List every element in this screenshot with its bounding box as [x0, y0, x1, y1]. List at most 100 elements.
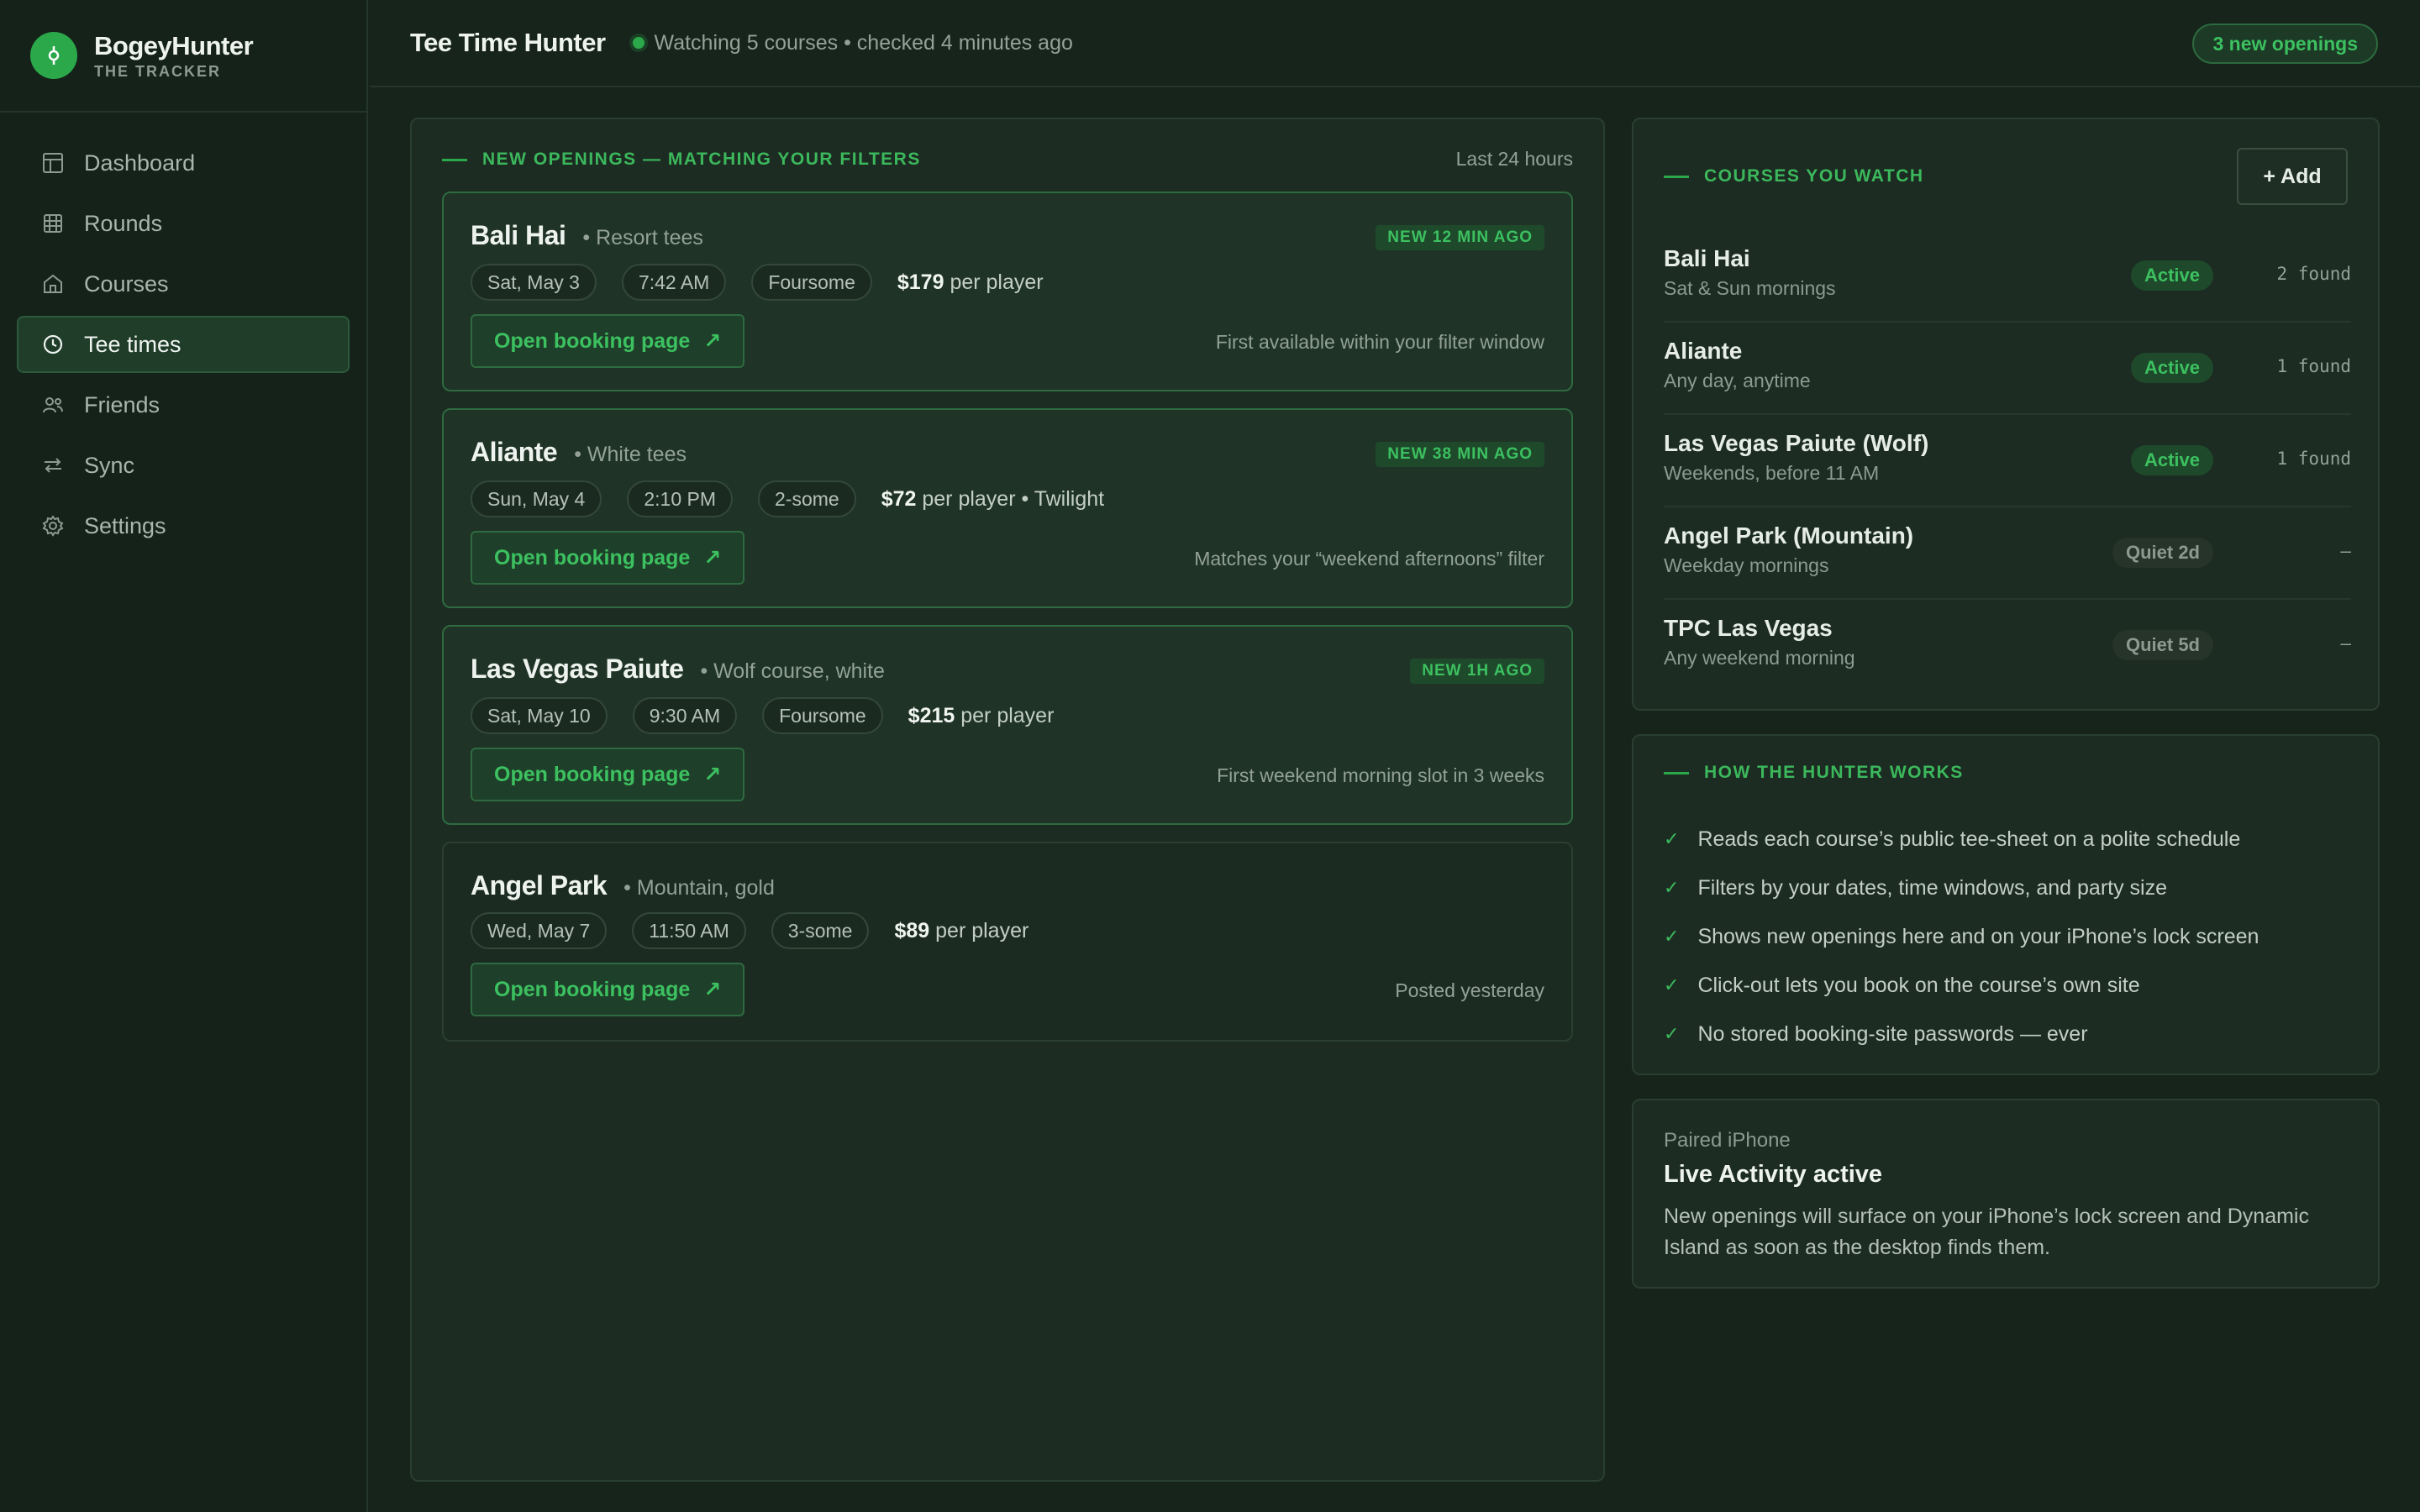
live-activity-title: Live Activity active	[1664, 1161, 1883, 1188]
found-count: –	[2340, 633, 2351, 654]
price-amount: $179	[897, 270, 944, 294]
price-detail: per player • Twilight	[916, 486, 1105, 511]
watched-course-row[interactable]: Las Vegas Paiute (Wolf) Weekends, before…	[1664, 415, 2351, 507]
status-badge: Active	[2130, 353, 2213, 383]
list-item: ✓ Reads each course’s public tee-sheet on…	[1664, 815, 2259, 864]
brand[interactable]: BogeyHunter THE TRACKER	[0, 0, 366, 113]
sidebar-item-label: Dashboard	[84, 150, 196, 176]
sidebar-item-label: Friends	[84, 391, 160, 417]
sidebar-item-rounds[interactable]: Rounds	[17, 195, 350, 252]
external-link-icon: ↗	[703, 546, 722, 570]
status-dot-icon	[632, 37, 644, 49]
opening-card: Bali Hai • Resort tees NEW 12 MIN AGO Sa…	[442, 192, 1573, 391]
list-item-text: Reads each course’s public tee-sheet on …	[1697, 827, 2241, 851]
section-label: COURSES YOU WATCH	[1664, 166, 1924, 186]
dash-icon	[1664, 175, 1689, 178]
sidebar-item-friends[interactable]: Friends	[17, 376, 350, 433]
card-note: First available within your filter windo…	[1215, 331, 1544, 353]
page-title: Tee Time Hunter	[410, 28, 606, 57]
gear-icon	[40, 513, 66, 538]
price: $179 per player	[897, 270, 1044, 295]
party-chip: Foursome	[762, 697, 883, 734]
open-booking-button[interactable]: Open booking page ↗	[471, 531, 745, 585]
open-booking-button[interactable]: Open booking page ↗	[471, 963, 745, 1016]
status-badge: Quiet 2d	[2112, 538, 2213, 568]
check-icon: ✓	[1664, 974, 1680, 995]
how-list: ✓ Reads each course’s public tee-sheet on…	[1664, 815, 2259, 1058]
course-window: Any weekend morning	[1664, 647, 1855, 669]
list-item-text: Shows new openings here and on your iPho…	[1697, 924, 2260, 948]
friends-icon	[40, 392, 66, 417]
course-name: Aliante	[471, 437, 558, 467]
external-link-icon: ↗	[703, 329, 722, 353]
check-icon: ✓	[1664, 877, 1680, 898]
sync-icon	[40, 453, 66, 478]
section-label-text: COURSES YOU WATCH	[1704, 166, 1924, 186]
party-chip: 2-some	[758, 480, 856, 517]
sidebar-item-tee-times[interactable]: Tee times	[17, 316, 350, 373]
new-badge: NEW 1H AGO	[1410, 659, 1544, 684]
watched-course-row[interactable]: Bali Hai Sat & Sun mornings Active 2 fou…	[1664, 230, 2351, 323]
sidebar-item-sync[interactable]: Sync	[17, 437, 350, 494]
sidebar-item-dashboard[interactable]: Dashboard	[17, 134, 350, 192]
watched-course-row[interactable]: Angel Park (Mountain) Weekday mornings Q…	[1664, 507, 2351, 600]
watched-course-row[interactable]: Aliante Any day, anytime Active 1 found	[1664, 323, 2351, 415]
card-note: First weekend morning slot in 3 weeks	[1217, 764, 1544, 786]
date-chip: Sat, May 10	[471, 697, 608, 734]
iphone-label: Paired iPhone	[1664, 1129, 1791, 1152]
course-window: Sat & Sun mornings	[1664, 277, 1836, 299]
course-name: TPC Las Vegas	[1664, 615, 1833, 641]
price-amount: $89	[894, 918, 930, 942]
opening-card: Las Vegas Paiute • Wolf course, white NE…	[442, 625, 1573, 825]
live-activity-description: New openings will surface on your iPhone…	[1664, 1205, 2309, 1259]
party-chip: Foursome	[751, 264, 872, 301]
external-link-icon: ↗	[703, 978, 722, 1001]
list-item: ✓ Shows new openings here and on your iPh…	[1664, 912, 2259, 961]
open-booking-button[interactable]: Open booking page ↗	[471, 314, 745, 368]
course-window: Any day, anytime	[1664, 370, 1811, 391]
rounds-icon	[40, 211, 66, 236]
card-note: Posted yesterday	[1395, 979, 1544, 1001]
course-name: Las Vegas Paiute (Wolf)	[1664, 430, 1929, 456]
section-label: NEW OPENINGS — MATCHING YOUR FILTERS	[442, 150, 921, 170]
course-name: Angel Park (Mountain)	[1664, 522, 1914, 549]
open-booking-button[interactable]: Open booking page ↗	[471, 748, 745, 801]
new-openings-badge[interactable]: 3 new openings	[2192, 24, 2378, 64]
new-badge: NEW 12 MIN AGO	[1376, 225, 1544, 250]
date-chip: Sun, May 4	[471, 480, 602, 517]
time-chip: 9:30 AM	[632, 697, 738, 734]
price: $215 per player	[908, 704, 1055, 728]
dashboard-icon	[40, 150, 66, 176]
courses-watch-panel: COURSES YOU WATCH + Add Bali Hai Sat & S…	[1632, 118, 2380, 711]
opening-card: Aliante • White tees NEW 38 MIN AGO Sun,…	[442, 408, 1573, 608]
section-label: HOW THE HUNTER WORKS	[1664, 763, 1964, 783]
course-name: Bali Hai	[1664, 245, 1750, 271]
status-badge: Active	[2130, 260, 2213, 291]
watched-course-row[interactable]: TPC Las Vegas Any weekend morning Quiet …	[1664, 600, 2351, 692]
clock-icon	[40, 332, 66, 357]
time-chip: 7:42 AM	[621, 264, 727, 301]
price-detail: per player	[955, 703, 1055, 727]
course-name: Las Vegas Paiute	[471, 654, 684, 684]
button-label: Open booking page	[494, 977, 691, 1001]
price-amount: $215	[908, 703, 955, 727]
brand-name: BogeyHunter	[94, 30, 254, 60]
new-openings-panel: NEW OPENINGS — MATCHING YOUR FILTERS Las…	[410, 118, 1605, 1482]
course-window: Weekends, before 11 AM	[1664, 462, 1880, 484]
time-chip: 2:10 PM	[627, 480, 733, 517]
sidebar-item-settings[interactable]: Settings	[17, 497, 350, 554]
sidebar-item-label: Tee times	[84, 331, 182, 357]
price-detail: per player	[929, 918, 1029, 942]
courses-icon	[40, 271, 66, 297]
status-badge: Quiet 5d	[2112, 630, 2213, 660]
sidebar-item-courses[interactable]: Courses	[17, 255, 350, 312]
sidebar: BogeyHunter THE TRACKER Dashboard Rounds…	[0, 0, 368, 1512]
brand-subtitle: THE TRACKER	[94, 62, 221, 80]
found-count: 1 found	[2276, 449, 2351, 469]
add-course-button[interactable]: + Add	[2237, 148, 2348, 205]
course-name: Aliante	[1664, 338, 1743, 364]
party-chip: 3-some	[771, 912, 870, 949]
course-window: Weekday mornings	[1664, 554, 1829, 576]
course-tees: • Mountain, gold	[623, 876, 775, 900]
button-label: Open booking page	[494, 762, 691, 786]
